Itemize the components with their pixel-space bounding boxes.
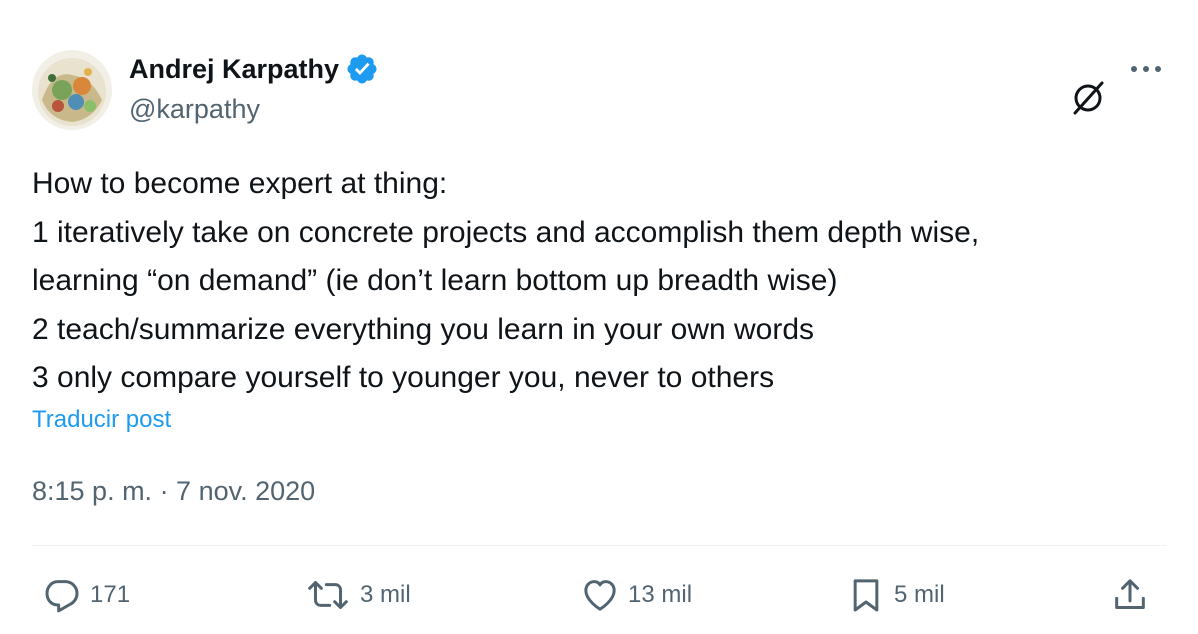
retweet-button[interactable]: 3 mil [304, 573, 411, 617]
tweet-line: 1 iteratively take on concrete projects … [32, 215, 980, 249]
tweet-line: 3 only compare yourself to younger you, … [32, 361, 775, 394]
bookmark-count: 5 mil [894, 581, 945, 608]
reply-icon [42, 575, 82, 615]
more-options-icon[interactable] [1126, 58, 1166, 80]
reply-count: 171 [90, 581, 131, 608]
bookmark-button[interactable]: 5 mil [846, 573, 945, 617]
like-count: 13 mil [628, 581, 693, 608]
verified-badge-icon[interactable] [345, 52, 379, 86]
translate-post-link[interactable]: Traducir post [32, 403, 171, 437]
heart-icon [580, 575, 620, 615]
tweet-timestamp[interactable]: 8:15 p. m. · 7 nov. 2020 [32, 473, 315, 509]
tweet-line: How to become expert at thing: [32, 167, 448, 200]
bookmark-icon [846, 575, 886, 615]
display-name-text[interactable]: Andrej Karpathy [129, 52, 339, 86]
share-icon [1110, 575, 1150, 615]
author-display-name[interactable]: Andrej Karpathy [129, 52, 379, 86]
share-button[interactable] [1110, 573, 1150, 617]
divider [32, 545, 1166, 546]
tweet-line: 2 teach/summarize everything you learn i… [32, 312, 815, 346]
like-button[interactable]: 13 mil [580, 573, 692, 617]
reply-button[interactable]: 171 [42, 573, 130, 617]
tweet-line: learning “on demand” (ie don’t learn bot… [32, 264, 838, 297]
tweet-text: How to become expert at thing: 1 iterati… [32, 160, 1172, 403]
retweet-icon [304, 575, 352, 615]
author-handle[interactable]: @karpathy [129, 92, 260, 126]
avatar[interactable] [32, 50, 112, 130]
retweet-count: 3 mil [360, 581, 411, 608]
grok-icon[interactable] [1068, 78, 1108, 118]
